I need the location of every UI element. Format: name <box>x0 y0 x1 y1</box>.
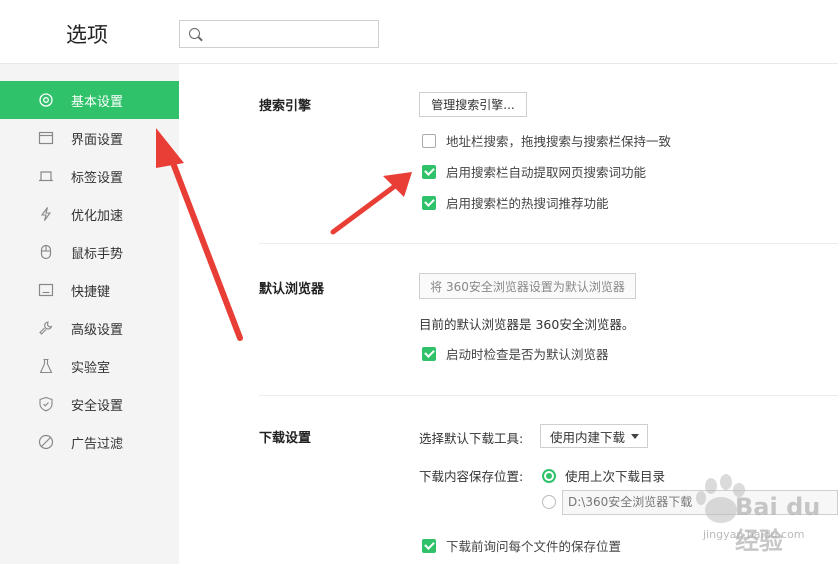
sidebar-item-tabs[interactable]: 标签设置 <box>0 157 179 195</box>
watermark-text: Bai du 经验 <box>735 493 821 555</box>
sidebar-item-label: 安全设置 <box>71 398 124 414</box>
sidebar-item-label: 快捷键 <box>71 284 111 300</box>
search-engine-title: 搜索引擎 <box>259 99 312 114</box>
shield-icon <box>38 396 54 412</box>
download-settings-title: 下载设置 <box>259 431 312 446</box>
page-title: 选项 <box>66 23 108 47</box>
ask-save-location-option[interactable]: 下载前询问每个文件的保存位置 <box>422 536 621 555</box>
sidebar-item-mouse-gesture[interactable]: 鼠标手势 <box>0 233 179 271</box>
check-default-on-start-option[interactable]: 启动时检查是否为默认浏览器 <box>422 344 609 363</box>
window-icon <box>38 130 54 146</box>
sidebar-item-label: 优化加速 <box>71 208 124 224</box>
sidebar-item-label: 界面设置 <box>71 132 124 148</box>
divider <box>259 395 838 396</box>
hot-search-recommend-option[interactable]: 启用搜索栏的热搜词推荐功能 <box>422 193 609 212</box>
option-label: 地址栏搜索，拖拽搜索与搜索栏保持一致 <box>446 134 672 149</box>
sidebar-item-basic[interactable]: 基本设置 <box>0 81 179 119</box>
sidebar-item-label: 实验室 <box>71 360 111 376</box>
sidebar-item-label: 广告过滤 <box>71 436 124 452</box>
sidebar-item-advanced[interactable]: 高级设置 <box>0 309 179 347</box>
download-tool-label: 选择默认下载工具: <box>419 431 524 446</box>
block-icon <box>38 434 54 450</box>
default-browser-title: 默认浏览器 <box>259 282 325 297</box>
search-input[interactable] <box>206 23 374 45</box>
search-icon <box>189 28 200 39</box>
auto-extract-search-word-option[interactable]: 启用搜索栏自动提取网页搜索词功能 <box>422 162 646 181</box>
sidebar-item-label: 标签设置 <box>71 170 124 186</box>
option-label: 下载前询问每个文件的保存位置 <box>446 539 622 554</box>
option-label: 启动时检查是否为默认浏览器 <box>446 347 609 362</box>
sidebar-item-lab[interactable]: 实验室 <box>0 347 179 385</box>
checkbox[interactable] <box>422 164 436 179</box>
checkbox[interactable] <box>422 133 436 148</box>
checkbox[interactable] <box>422 195 436 210</box>
set-default-browser-button[interactable]: 将 360安全浏览器设置为默认浏览器 <box>419 273 636 299</box>
keyboard-icon <box>38 282 54 298</box>
sidebar-item-security[interactable]: 安全设置 <box>0 385 179 423</box>
gear-icon <box>38 92 54 108</box>
download-tool-select[interactable]: 使用内建下载 <box>540 424 648 448</box>
manage-search-engines-button[interactable]: 管理搜索引擎... <box>419 92 527 117</box>
mouse-icon <box>38 244 54 260</box>
options-page: 选项 基本设置 界面设置 标签设置 优化加速 鼠标手势 快捷键 高级设置 实验室… <box>0 0 838 564</box>
download-tool-value: 使用内建下载 <box>550 429 626 445</box>
sidebar-item-label: 高级设置 <box>71 322 124 338</box>
chevron-down-icon <box>631 434 639 439</box>
sidebar-item-shortcuts[interactable]: 快捷键 <box>0 271 179 309</box>
download-location-label: 下载内容保存位置: <box>419 469 524 484</box>
divider <box>259 243 838 244</box>
sidebar-item-interface[interactable]: 界面设置 <box>0 119 179 157</box>
wrench-icon <box>38 320 54 336</box>
header: 选项 <box>0 0 838 64</box>
sidebar-item-adblock[interactable]: 广告过滤 <box>0 423 179 461</box>
watermark-url: jingyan.baidu.com <box>703 528 805 541</box>
option-label: 启用搜索栏自动提取网页搜索词功能 <box>446 165 647 180</box>
radio-button[interactable] <box>542 495 556 509</box>
arrow-to-option <box>330 172 412 235</box>
option-label: 启用搜索栏的热搜词推荐功能 <box>446 196 609 211</box>
radio-button[interactable] <box>542 468 556 483</box>
sidebar-item-label: 基本设置 <box>71 94 124 110</box>
default-browser-status: 目前的默认浏览器是 360安全浏览器。 <box>419 317 635 332</box>
lightning-icon <box>38 206 54 222</box>
flask-icon <box>38 358 54 374</box>
search-box[interactable] <box>179 20 379 48</box>
sidebar-item-optimize[interactable]: 优化加速 <box>0 195 179 233</box>
tab-icon <box>38 168 54 184</box>
checkbox[interactable] <box>422 538 436 553</box>
sidebar-item-label: 鼠标手势 <box>71 246 124 262</box>
checkbox[interactable] <box>422 346 436 361</box>
address-bar-search-option[interactable]: 地址栏搜索，拖拽搜索与搜索栏保持一致 <box>422 131 671 150</box>
sidebar: 基本设置 界面设置 标签设置 优化加速 鼠标手势 快捷键 高级设置 实验室 安全… <box>0 64 179 564</box>
